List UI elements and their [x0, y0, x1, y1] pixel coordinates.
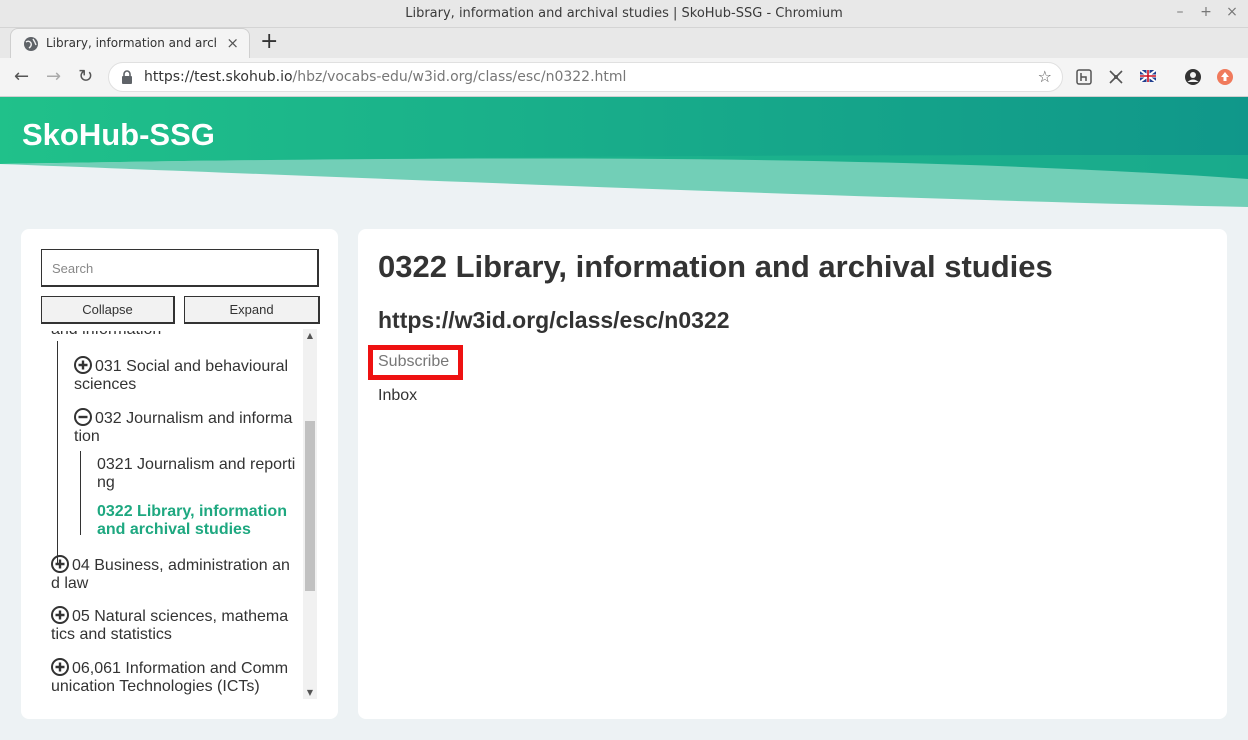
- address-bar[interactable]: https://test.skohub.io/hbz/vocabs-edu/w3…: [108, 62, 1063, 92]
- expand-plus-icon[interactable]: [51, 658, 69, 676]
- tree-item-06[interactable]: 06,061 Information and Communication Tec…: [51, 658, 293, 696]
- tree-item-032[interactable]: 032 Journalism and information: [74, 408, 294, 446]
- browser-tab[interactable]: Library, information and archival studie…: [10, 28, 250, 58]
- site-brand[interactable]: SkoHub-SSG: [22, 117, 215, 153]
- tree-item-0321[interactable]: 0321 Journalism and reporting: [97, 456, 297, 492]
- bookmark-star-icon[interactable]: ☆: [1038, 67, 1052, 86]
- uk-flag-icon[interactable]: [1140, 70, 1156, 82]
- tree-item-05[interactable]: 05 Natural sciences, mathematics and sta…: [51, 606, 291, 644]
- expand-plus-icon[interactable]: [51, 555, 69, 573]
- tree-label-04: 04 Business, administration and law: [51, 557, 290, 592]
- extension-h-icon[interactable]: [1076, 69, 1092, 85]
- scroll-up-arrow-icon[interactable]: ▲: [305, 331, 315, 340]
- tree-guide-line-nested: [80, 451, 81, 535]
- browser-toolbar: ← → ↻ https://test.skohub.io/hbz/vocabs-…: [0, 58, 1248, 97]
- reload-icon[interactable]: ↻: [78, 66, 93, 87]
- url-text: https://test.skohub.io/hbz/vocabs-edu/w3…: [144, 69, 626, 85]
- tree-item-04[interactable]: 04 Business, administration and law: [51, 555, 291, 593]
- back-icon[interactable]: ←: [14, 66, 29, 87]
- main-content: 0322 Library, information and archival s…: [358, 229, 1227, 719]
- page: SkoHub-SSG Search Collapse Expand and in…: [0, 97, 1248, 740]
- tree-label-031: 031 Social and behavioural sciences: [74, 358, 289, 393]
- tree-label-032: 032 Journalism and information: [74, 410, 293, 445]
- tree-item-031[interactable]: 031 Social and behavioural sciences: [74, 356, 294, 394]
- url-host: https://test.skohub.io: [144, 69, 293, 85]
- concept-uri: https://w3id.org/class/esc/n0322: [378, 307, 730, 333]
- expand-button[interactable]: Expand: [184, 296, 320, 324]
- expand-plus-icon[interactable]: [51, 606, 69, 624]
- tab-title: Library, information and archival studie…: [46, 36, 216, 50]
- tree-item-0322-active[interactable]: 0322 Library, information and archival s…: [97, 503, 297, 539]
- collapse-button[interactable]: Collapse: [41, 296, 175, 324]
- tree-guide-line: [57, 341, 58, 565]
- globe-icon: [24, 37, 38, 51]
- url-path: /hbz/vocabs-edu/w3id.org/class/esc/n0322…: [292, 69, 627, 85]
- concept-tree: and information 031 Social and behaviour…: [41, 331, 317, 697]
- new-tab-button[interactable]: +: [260, 29, 278, 54]
- concept-heading: 0322 Library, information and archival s…: [378, 249, 1053, 284]
- profile-icon[interactable]: [1184, 68, 1202, 86]
- collapse-minus-icon[interactable]: [74, 408, 92, 426]
- tab-strip: Library, information and archival studie…: [0, 28, 1248, 58]
- forward-icon[interactable]: →: [46, 66, 61, 87]
- expand-plus-icon[interactable]: [74, 356, 92, 374]
- window-titlebar: Library, information and archival studie…: [0, 0, 1248, 28]
- maximize-button[interactable]: +: [1200, 4, 1212, 20]
- search-input[interactable]: Search: [41, 249, 319, 287]
- tree-label-05: 05 Natural sciences, mathematics and sta…: [51, 608, 289, 643]
- sidebar: Search Collapse Expand and information 0…: [21, 229, 338, 719]
- scroll-down-arrow-icon[interactable]: ▼: [305, 688, 315, 697]
- tree-item-clipped[interactable]: and information: [51, 331, 281, 339]
- header-banner: [0, 97, 1248, 207]
- tree-scrollbar[interactable]: ▲ ▼: [303, 329, 317, 699]
- minimize-button[interactable]: –: [1174, 4, 1186, 20]
- close-window-button[interactable]: ×: [1226, 4, 1238, 20]
- lock-icon: [122, 70, 132, 84]
- window-title: Library, information and archival studie…: [405, 6, 843, 21]
- window-controls: – + ×: [1174, 4, 1238, 20]
- tree-label-06: 06,061 Information and Communication Tec…: [51, 660, 289, 695]
- scrollbar-thumb[interactable]: [305, 421, 315, 591]
- inbox-link[interactable]: Inbox: [378, 387, 417, 405]
- extension-tools-icon[interactable]: [1108, 69, 1124, 85]
- tab-close-icon[interactable]: ×: [226, 34, 239, 52]
- subscribe-link[interactable]: Subscribe: [368, 345, 463, 380]
- update-icon[interactable]: [1216, 68, 1234, 86]
